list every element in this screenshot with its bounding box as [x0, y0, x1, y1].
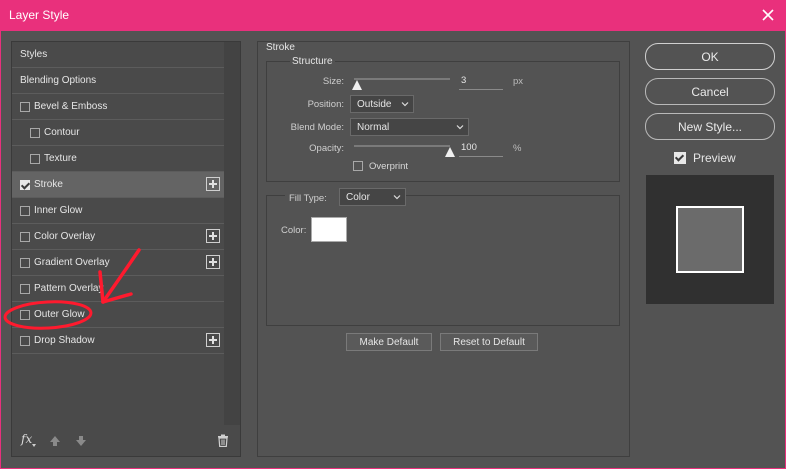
style-item-label: Drop Shadow	[34, 335, 95, 346]
chevron-down-icon	[401, 102, 409, 107]
style-item-label: Gradient Overlay	[34, 257, 110, 268]
style-item-stroke[interactable]: Stroke	[12, 172, 224, 198]
new-style-button[interactable]: New Style...	[645, 113, 775, 140]
style-checkbox-texture[interactable]	[30, 154, 40, 164]
reset-to-default-button[interactable]: Reset to Default	[440, 333, 538, 351]
add-icon[interactable]	[206, 255, 220, 269]
make-default-button[interactable]: Make Default	[346, 333, 432, 351]
style-checkbox-gradient-overlay[interactable]	[20, 258, 30, 268]
styles-list-panel: Styles Blending Options Bevel & Emboss Cont…	[11, 41, 241, 457]
style-item-label: Styles	[20, 49, 48, 60]
style-checkbox-color-overlay[interactable]	[20, 232, 30, 242]
position-label: Position:	[307, 99, 344, 110]
style-item-color-overlay[interactable]: Color Overlay	[12, 224, 224, 250]
window-title: Layer Style	[9, 8, 70, 22]
opacity-slider[interactable]	[354, 145, 450, 147]
style-item-label: Contour	[44, 127, 80, 138]
style-checkbox-drop-shadow[interactable]	[20, 336, 30, 346]
style-item-inner-glow[interactable]: Inner Glow	[12, 198, 224, 224]
style-item-pattern-overlay[interactable]: Pattern Overlay	[12, 276, 224, 302]
preview-label: Preview	[693, 151, 736, 165]
style-item-label: Outer Glow	[34, 309, 85, 320]
style-item-bevel-emboss[interactable]: Bevel & Emboss	[12, 94, 224, 120]
opacity-label: Opacity:	[309, 143, 344, 154]
style-item-styles[interactable]: Styles	[12, 42, 224, 68]
style-checkbox-pattern-overlay[interactable]	[20, 284, 30, 294]
add-icon[interactable]	[206, 177, 220, 191]
size-label: Size:	[322, 76, 344, 87]
blend-mode-value: Normal	[357, 122, 390, 133]
style-item-label: Inner Glow	[34, 205, 83, 216]
position-dropdown[interactable]: Outside	[350, 95, 414, 113]
style-preview	[646, 175, 774, 304]
size-slider[interactable]	[354, 78, 450, 80]
style-item-label: Pattern Overlay	[34, 283, 104, 294]
styles-scrollbar[interactable]	[224, 42, 240, 425]
style-item-label: Color Overlay	[34, 231, 96, 242]
style-item-contour[interactable]: Contour	[12, 120, 224, 146]
stroke-color-swatch[interactable]	[311, 217, 347, 242]
chevron-down-icon	[456, 125, 464, 130]
blend-mode-dropdown[interactable]: Normal	[350, 118, 469, 136]
color-label: Color:	[281, 225, 307, 236]
fill-group: Fill Type: Color Color:	[266, 188, 620, 326]
preview-checkbox[interactable]	[674, 152, 686, 164]
add-icon[interactable]	[206, 229, 220, 243]
fill-type-value: Color	[346, 192, 370, 203]
structure-group: Structure Size: 3 px Position: Outside B…	[266, 56, 620, 182]
position-value: Outside	[357, 99, 392, 110]
fill-type-label: Fill Type:	[285, 193, 341, 204]
stroke-settings-panel: Stroke Structure Size: 3 px Position: Ou…	[257, 41, 630, 457]
style-item-label: Texture	[44, 153, 77, 164]
style-checkbox-outer-glow[interactable]	[20, 310, 30, 320]
move-up-arrow-icon[interactable]	[49, 435, 61, 447]
style-checkbox-bevel-emboss[interactable]	[20, 102, 30, 112]
chevron-down-icon	[393, 195, 401, 200]
style-item-gradient-overlay[interactable]: Gradient Overlay	[12, 250, 224, 276]
close-icon[interactable]	[758, 5, 778, 25]
add-icon[interactable]	[206, 333, 220, 347]
stroke-section-title: Stroke	[266, 42, 295, 53]
fill-type-dropdown[interactable]: Color	[339, 188, 406, 206]
add-effect-fx-button[interactable]: fx	[21, 432, 32, 446]
trash-icon[interactable]	[217, 434, 229, 447]
style-checkbox-inner-glow[interactable]	[20, 206, 30, 216]
preview-swatch	[676, 206, 744, 273]
style-item-blending-options[interactable]: Blending Options	[12, 68, 224, 94]
style-item-drop-shadow[interactable]: Drop Shadow	[12, 328, 224, 354]
ok-button[interactable]: OK	[645, 43, 775, 70]
overprint-label: Overprint	[369, 161, 409, 172]
move-down-arrow-icon[interactable]	[75, 435, 87, 447]
style-checkbox-stroke[interactable]	[20, 180, 30, 190]
blend-mode-label: Blend Mode:	[290, 122, 344, 133]
opacity-input[interactable]: 100	[459, 142, 503, 157]
size-input[interactable]: 3	[459, 75, 503, 90]
structure-title: Structure	[290, 56, 335, 67]
styles-footer: fx	[12, 424, 240, 456]
style-item-label: Bevel & Emboss	[34, 101, 108, 112]
fx-menu-caret-icon	[32, 444, 36, 447]
title-bar: Layer Style	[0, 0, 786, 31]
overprint-checkbox[interactable]	[353, 161, 363, 171]
opacity-unit: %	[513, 143, 522, 154]
style-item-label: Stroke	[34, 179, 63, 190]
style-checkbox-contour[interactable]	[30, 128, 40, 138]
style-item-label: Blending Options	[20, 75, 97, 86]
size-slider-thumb[interactable]	[351, 80, 362, 90]
opacity-slider-thumb[interactable]	[445, 147, 455, 157]
style-item-outer-glow[interactable]: Outer Glow	[12, 302, 224, 328]
cancel-button[interactable]: Cancel	[645, 78, 775, 105]
size-unit: px	[513, 76, 524, 87]
style-item-texture[interactable]: Texture	[12, 146, 224, 172]
